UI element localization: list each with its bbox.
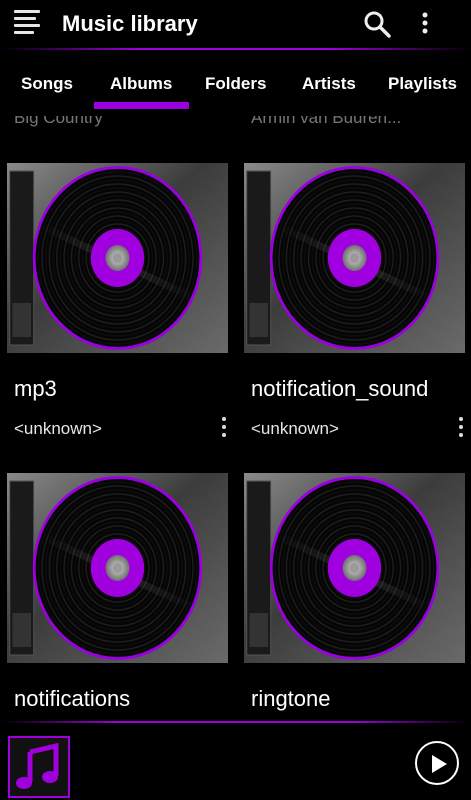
music-note-icon[interactable] [8, 736, 70, 798]
tab-songs[interactable]: Songs [21, 74, 73, 94]
tab-folders[interactable]: Folders [205, 74, 266, 94]
app-bar: Music library [0, 0, 471, 50]
album-more-icon[interactable] [455, 417, 467, 441]
album-cover[interactable] [244, 163, 465, 353]
play-icon[interactable] [415, 741, 459, 785]
tab-playlists[interactable]: Playlists [388, 74, 457, 94]
menu-icon[interactable] [14, 10, 44, 40]
album-title[interactable]: notifications [14, 686, 130, 712]
tab-bar: Songs Albums Folders Artists Playlists [0, 50, 471, 116]
album-artist: <unknown> [251, 419, 339, 438]
more-vert-icon[interactable] [412, 9, 438, 39]
tab-albums[interactable]: Albums [110, 74, 172, 94]
album-title[interactable]: notification_sound [251, 376, 428, 402]
album-more-icon[interactable] [218, 417, 230, 441]
album-cover[interactable] [7, 163, 228, 353]
album-artist: <unknown> [14, 419, 102, 438]
previous-row-artist: Armin van Buuren... [251, 116, 402, 127]
tab-indicator [94, 102, 189, 109]
previous-row-artist: Big Country [14, 116, 103, 127]
tab-artists[interactable]: Artists [302, 74, 356, 94]
page-title: Music library [62, 11, 198, 36]
album-cover[interactable] [7, 473, 228, 663]
album-title[interactable]: ringtone [251, 686, 331, 712]
album-title[interactable]: mp3 [14, 376, 57, 402]
mini-player [0, 723, 471, 800]
album-grid[interactable]: Big Country Armin van Buuren... mp3 <unk… [0, 116, 471, 722]
album-cover[interactable] [244, 473, 465, 663]
search-icon[interactable] [362, 9, 392, 39]
